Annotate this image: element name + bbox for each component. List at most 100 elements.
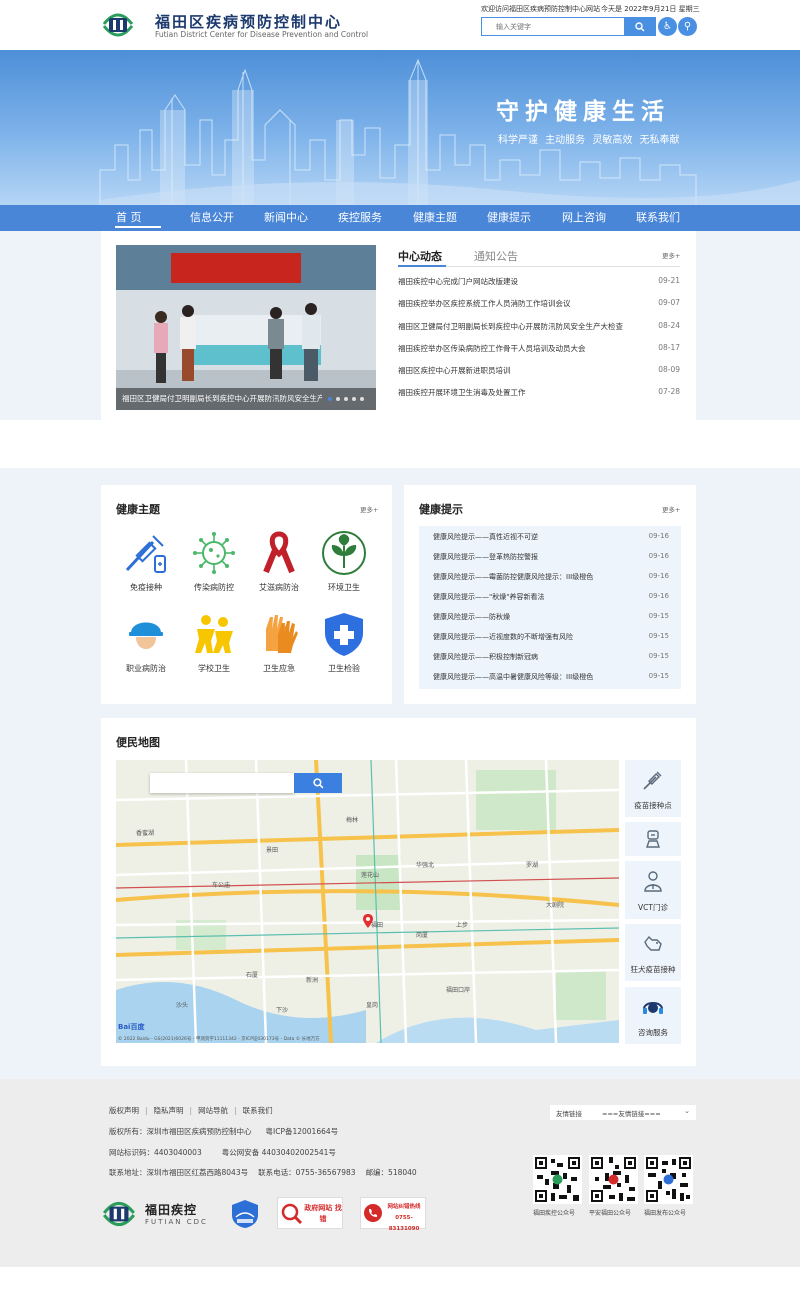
slide-caption[interactable]: 福田区卫健局付卫明副局长到疾控中心开展防汛防风安全生产 bbox=[122, 393, 322, 404]
syringe-icon bbox=[643, 771, 662, 790]
map-search-input[interactable] bbox=[150, 773, 294, 793]
footer-link-contact[interactable]: 联系我们 bbox=[243, 1106, 273, 1115]
topic-emergency[interactable]: 卫生应急 bbox=[249, 611, 309, 683]
news-item[interactable]: 福田疾控举办区疾控系统工作人员消防工作培训会议 09-07 bbox=[398, 298, 680, 320]
map-btn-rabies-vaccine[interactable]: 狂犬疫苗接种 bbox=[625, 924, 681, 981]
slide-dot-3[interactable] bbox=[344, 397, 348, 401]
topic-immunization[interactable]: 免疫接种 bbox=[116, 530, 176, 602]
tip-date: 09-15 bbox=[648, 612, 669, 620]
nav-health-topics[interactable]: 健康主题 bbox=[413, 209, 457, 225]
tip-title[interactable]: 健康风险提示——高温中暑健康风险等级：III级橙色 bbox=[433, 672, 633, 682]
health-tips-more[interactable]: 更多+ bbox=[662, 504, 680, 514]
slide-dot-1[interactable] bbox=[328, 397, 332, 401]
cdc-logo-icon[interactable] bbox=[100, 10, 136, 40]
qr-code-futian-cdc bbox=[533, 1155, 582, 1204]
topic-inspection[interactable]: 卫生检验 bbox=[314, 611, 374, 683]
map-btn-vaccination-site[interactable]: 疫苗接种点 bbox=[625, 760, 681, 817]
topic-environment[interactable]: 环境卫生 bbox=[314, 530, 374, 602]
footer-links: 版权声明 | 隐私声明 | 网站导航 | 联系我们 bbox=[109, 1106, 273, 1115]
map-btn-clinic[interactable] bbox=[625, 822, 681, 856]
red-ribbon-icon bbox=[263, 531, 295, 574]
news-item[interactable]: 福田疾控开展环境卫生消毒及处置工作 07-28 bbox=[398, 387, 680, 409]
news-title[interactable]: 福田疾控中心完成门户网站改版建设 bbox=[398, 276, 643, 287]
footer-link-sitemap[interactable]: 网站导航 bbox=[198, 1106, 228, 1115]
nav-news-center[interactable]: 新闻中心 bbox=[264, 209, 308, 225]
news-title[interactable]: 福田疾控开展环境卫生消毒及处置工作 bbox=[398, 387, 643, 398]
friend-links-select[interactable]: 友情链接 ===友情链接=== ⌄ bbox=[550, 1105, 696, 1120]
nav-active-indicator bbox=[115, 226, 161, 228]
slide-dot-4[interactable] bbox=[352, 397, 356, 401]
map-copyright: © 2022 Baidu - GS(2021)6026号 - 甲测资字11111… bbox=[118, 1037, 320, 1042]
tip-title[interactable]: 健康风险提示——防秋燥 bbox=[433, 612, 633, 622]
friend-links-value[interactable]: ===友情链接=== bbox=[602, 1108, 661, 1118]
tab-center-news[interactable]: 中心动态 bbox=[398, 248, 442, 264]
gov-website-error-badge[interactable]: 政府网站 找错 bbox=[277, 1197, 343, 1229]
news-slideshow[interactable]: 福田区卫健局付卫明副局长到疾控中心开展防汛防风安全生产 bbox=[116, 245, 376, 410]
tip-date: 09-15 bbox=[648, 632, 669, 640]
footer-link-privacy[interactable]: 隐私声明 bbox=[154, 1106, 184, 1115]
elder-mode-icon[interactable]: ⚲ bbox=[678, 17, 697, 36]
wheelchair-icon[interactable]: ♿ bbox=[658, 17, 677, 36]
futian-cdc-logo-icon[interactable] bbox=[100, 1198, 138, 1230]
nav-cdc-services[interactable]: 疾控服务 bbox=[338, 209, 382, 225]
tip-item[interactable]: 健康风险提示——霉菌防控健康风险提示：III级橙色 09-16 bbox=[433, 572, 669, 588]
tip-title[interactable]: 健康风险提示——近视度数的不断增强有风险 bbox=[433, 632, 633, 642]
slide-dot-5[interactable] bbox=[360, 397, 364, 401]
tab-notices[interactable]: 通知公告 bbox=[474, 248, 518, 264]
topic-label: 环境卫生 bbox=[328, 583, 360, 592]
site-name-cn[interactable]: 福田区疾病预防控制中心 bbox=[155, 11, 342, 32]
tip-item[interactable]: 健康风险提示——登革热防控警报 09-16 bbox=[433, 552, 669, 568]
nav-contact-us[interactable]: 联系我们 bbox=[636, 209, 680, 225]
news-title[interactable]: 福田区疾控中心开展新进职员培训 bbox=[398, 365, 643, 376]
nav-info-public[interactable]: 信息公开 bbox=[190, 209, 234, 225]
gov-org-badge-icon[interactable] bbox=[230, 1199, 260, 1229]
slide-dot-2[interactable] bbox=[336, 397, 340, 401]
helmet-icon bbox=[129, 622, 163, 649]
nav-home[interactable]: 首 页 bbox=[116, 209, 142, 225]
map-pin-icon[interactable] bbox=[363, 914, 373, 928]
news-item[interactable]: 福田疾控举办区传染病防控工作骨干人员培训及动员大会 08-17 bbox=[398, 343, 680, 365]
topic-aids[interactable]: 艾滋病防治 bbox=[249, 530, 309, 602]
tip-title[interactable]: 健康风险提示——"秋燥"养容新看法 bbox=[433, 592, 633, 602]
news-item[interactable]: 福田区疾控中心开展新进职员培训 08-09 bbox=[398, 365, 680, 387]
search-button[interactable] bbox=[624, 18, 655, 35]
clinic-icon bbox=[646, 830, 660, 848]
topic-label: 传染病防控 bbox=[194, 583, 234, 592]
nav-health-tips[interactable]: 健康提示 bbox=[487, 209, 531, 225]
news-title[interactable]: 福田疾控举办区传染病防控工作骨干人员培训及动员大会 bbox=[398, 343, 643, 354]
tip-item[interactable]: 健康风险提示——防秋燥 09-15 bbox=[433, 612, 669, 628]
news-title[interactable]: 福田区卫健局付卫明副局长到疾控中心开展防汛防风安全生产大检查 bbox=[398, 321, 643, 332]
map-search-button[interactable] bbox=[294, 773, 342, 793]
map-btn-consult-service[interactable]: 咨询服务 bbox=[625, 987, 681, 1044]
tip-item[interactable]: 健康风险提示——积极控制新冠病 09-15 bbox=[433, 652, 669, 668]
tip-title[interactable]: 健康风险提示——登革热防控警报 bbox=[433, 552, 633, 562]
tip-title[interactable]: 健康风险提示——霉菌防控健康风险提示：III级橙色 bbox=[433, 572, 633, 582]
topic-label: 卫生检验 bbox=[328, 664, 360, 673]
footer-police[interactable]: 粤公网安备 44030402002541号 bbox=[222, 1148, 336, 1157]
tip-title[interactable]: 健康风险提示——真性近视不可逆 bbox=[433, 532, 633, 542]
news-title[interactable]: 福田疾控举办区疾控系统工作人员消防工作培训会议 bbox=[398, 298, 643, 309]
news-item[interactable]: 福田区卫健局付卫明副局长到疾控中心开展防汛防风安全生产大检查 08-24 bbox=[398, 321, 680, 343]
tip-title[interactable]: 健康风险提示——积极控制新冠病 bbox=[433, 652, 633, 662]
news-more-link[interactable]: 更多+ bbox=[662, 250, 680, 260]
footer-icp[interactable]: 粤ICP备12001664号 bbox=[266, 1127, 339, 1136]
footer-link-copyright[interactable]: 版权声明 bbox=[109, 1106, 139, 1115]
map-btn-vct-clinic[interactable]: VCT门诊 bbox=[625, 861, 681, 919]
tip-item[interactable]: 健康风险提示——高温中暑健康风险等级：III级橙色 09-15 bbox=[433, 672, 669, 688]
news-item[interactable]: 福田疾控中心完成门户网站改版建设 09-21 bbox=[398, 276, 680, 298]
nav-online-consult[interactable]: 网上咨询 bbox=[562, 209, 606, 225]
report-hotline-badge[interactable]: 网站纠错热线 0755-83131090 bbox=[360, 1197, 426, 1232]
city-skyline-illustration bbox=[99, 58, 800, 205]
service-map[interactable]: 香蜜湖 福田 新洲 车公庙 华强北 梅林 景田 莲花山 福田口岸 皇岗 石厦 沙… bbox=[116, 760, 619, 1043]
tip-item[interactable]: 健康风险提示——近视度数的不断增强有风险 09-15 bbox=[433, 632, 669, 648]
qr-code-icon bbox=[644, 1155, 693, 1204]
health-topics-more[interactable]: 更多+ bbox=[360, 504, 378, 514]
baidu-logo[interactable]: Bai百度 bbox=[118, 1022, 144, 1032]
topic-infectious-disease[interactable]: 传染病防控 bbox=[184, 530, 244, 602]
search-input[interactable] bbox=[482, 18, 624, 35]
topic-school-health[interactable]: 学校卫生 bbox=[184, 611, 244, 683]
tip-item[interactable]: 健康风险提示——真性近视不可逆 09-16 bbox=[433, 532, 669, 548]
topic-occupational[interactable]: 职业病防治 bbox=[116, 611, 176, 683]
topic-label: 职业病防治 bbox=[126, 664, 166, 673]
tip-item[interactable]: 健康风险提示——"秋燥"养容新看法 09-16 bbox=[433, 592, 669, 608]
